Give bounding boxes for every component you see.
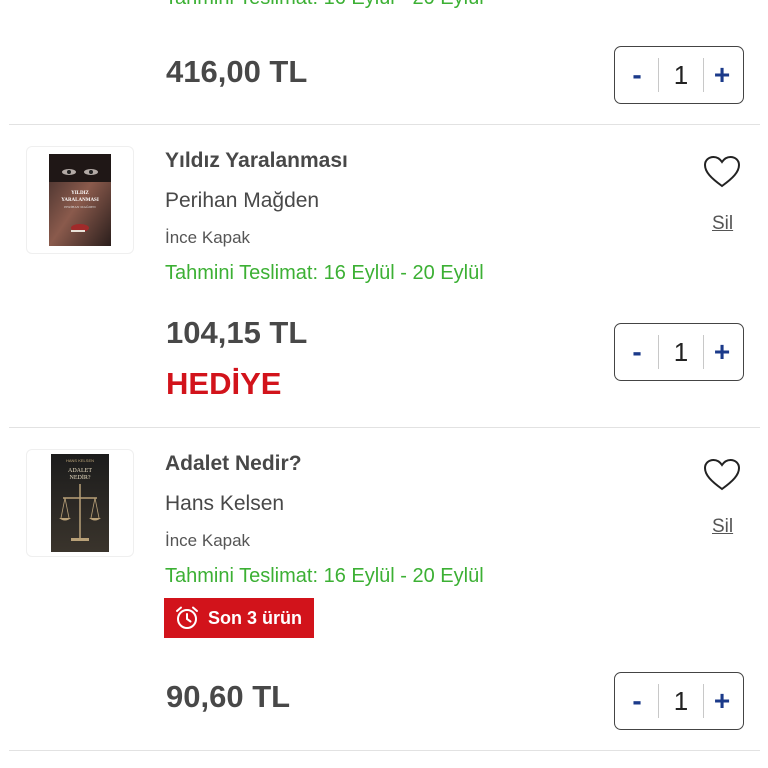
increase-quantity-button[interactable]: + (701, 47, 743, 103)
increase-quantity-button[interactable]: + (701, 324, 743, 380)
item3-price: 90,60 TL (166, 679, 291, 714)
item3-cover-thumbnail[interactable]: HANS KELSEN ADALET NEDİR? (26, 449, 134, 557)
item2-gift-label: HEDİYE (166, 366, 282, 401)
cover-title-line: ADALET (68, 468, 92, 474)
item2-binding: İnce Kapak (165, 228, 251, 247)
item2-cover-thumbnail[interactable]: YILDIZ YARALANMASI PERİHAN MAĞDEN (26, 146, 134, 254)
item1-price: 416,00 TL (166, 54, 308, 89)
alarm-clock-icon (176, 606, 198, 629)
item-divider (9, 750, 760, 751)
heart-outline-icon[interactable] (703, 458, 741, 492)
item-divider (9, 427, 760, 428)
item3-quantity-stepper[interactable]: - 1 + (614, 672, 744, 730)
cover-author-line: HANS KELSEN (66, 458, 94, 463)
cover-title-line: NEDİR? (70, 474, 91, 481)
cover-title-line: YILDIZ (71, 191, 89, 196)
heart-outline-icon[interactable] (703, 155, 741, 189)
cover-title-line: YARALANMASI (61, 198, 99, 203)
item2-title[interactable]: Yıldız Yaralanması (165, 149, 348, 173)
item1-quantity-stepper[interactable]: - 1 + (614, 46, 744, 104)
decrease-quantity-button[interactable]: - (615, 324, 659, 380)
item2-quantity-stepper[interactable]: - 1 + (614, 323, 744, 381)
item-divider (9, 124, 760, 125)
quantity-value[interactable]: 1 (659, 47, 703, 103)
item3-binding: İnce Kapak (165, 531, 251, 550)
item2-author[interactable]: Perihan Mağden (165, 189, 319, 213)
item3-delivery-estimate: Tahmini Teslimat: 16 Eylül - 20 Eylül (165, 565, 484, 587)
item3-title[interactable]: Adalet Nedir? (165, 452, 302, 476)
item1-delivery-estimate: Tahmini Teslimat: 16 Eylül - 20 Eylül (165, 0, 484, 10)
book-cover-image: HANS KELSEN ADALET NEDİR? (51, 454, 109, 552)
item2-delivery-estimate: Tahmini Teslimat: 16 Eylül - 20 Eylül (165, 262, 484, 284)
quantity-value[interactable]: 1 (659, 673, 703, 729)
low-stock-text: Son 3 ürün (208, 607, 302, 628)
decrease-quantity-button[interactable]: - (615, 673, 659, 729)
quantity-value[interactable]: 1 (659, 324, 703, 380)
book-cover-image: YILDIZ YARALANMASI PERİHAN MAĞDEN (49, 154, 111, 246)
item3-low-stock-badge: Son 3 ürün (164, 598, 314, 638)
item2-price: 104,15 TL (166, 315, 308, 350)
item3-author[interactable]: Hans Kelsen (165, 492, 284, 516)
item2-remove-link[interactable]: Sil (712, 213, 733, 235)
increase-quantity-button[interactable]: + (701, 673, 743, 729)
item3-remove-link[interactable]: Sil (712, 516, 733, 538)
cover-author-line: PERİHAN MAĞDEN (64, 204, 96, 209)
decrease-quantity-button[interactable]: - (615, 47, 659, 103)
